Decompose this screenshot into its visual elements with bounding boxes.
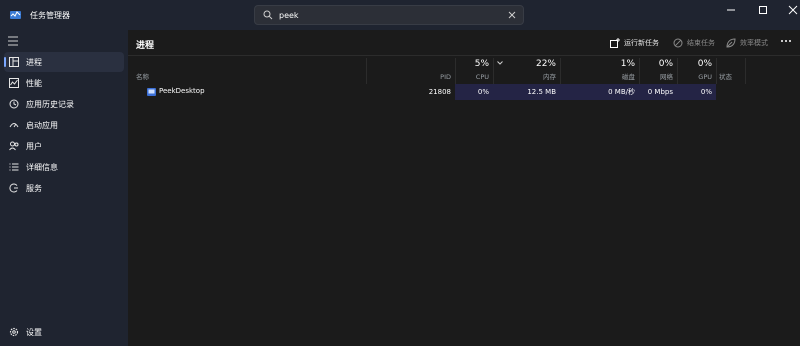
process-pid: 21808	[428, 88, 451, 96]
toolbar-divider	[128, 55, 800, 56]
run-new-task-label: 运行新任务	[624, 39, 659, 47]
process-network: 0 Mbps	[639, 84, 677, 100]
sidebar-item-performance[interactable]: 性能	[4, 73, 124, 93]
end-task-icon	[673, 38, 683, 48]
gear-icon	[9, 327, 19, 337]
services-icon	[9, 183, 18, 193]
close-window-button[interactable]	[776, 0, 800, 20]
sidebar-item-startup-apps[interactable]: 启动应用	[4, 115, 124, 135]
task-manager-app-icon	[10, 11, 21, 19]
table-row[interactable]: PeekDesktop 21808 0% 12.5 MB 0 MB/秒 0 Mb…	[128, 84, 800, 100]
column-header-pid[interactable]: PID	[366, 58, 455, 84]
app-title: 任务管理器	[30, 11, 70, 20]
column-header-gpu[interactable]: 0% GPU	[677, 58, 716, 84]
column-label: 网络	[660, 73, 673, 81]
column-label: 名称	[136, 73, 149, 81]
search-box[interactable]	[254, 5, 524, 25]
column-label: 内存	[543, 73, 556, 81]
main-panel: 进程 运行新任务 结束任务 效率模式 名称 PID 5% CPU 22% 内存 …	[128, 30, 800, 346]
peekdesktop-app-icon	[147, 88, 156, 96]
sort-chevron-icon	[497, 61, 503, 65]
sidebar: 进程 性能 应用历史记录 启动应用 用户 详细信息 服务 设置	[0, 30, 128, 346]
column-usage: 1%	[620, 59, 635, 69]
process-cpu: 0%	[455, 84, 493, 100]
run-new-task-button[interactable]: 运行新任务	[610, 36, 659, 50]
page-title: 进程	[136, 41, 155, 51]
column-label: 磁盘	[622, 73, 635, 81]
sidebar-item-settings[interactable]: 设置	[4, 322, 124, 342]
column-usage: 22%	[535, 59, 556, 69]
process-name: PeekDesktop	[159, 87, 205, 95]
minimize-icon	[727, 9, 735, 11]
column-header-disk[interactable]: 1% 磁盘	[560, 58, 639, 84]
process-gpu: 0%	[677, 84, 716, 100]
column-label: GPU	[698, 73, 712, 81]
column-header-status[interactable]: 状态	[716, 58, 746, 84]
startup-apps-icon	[9, 123, 19, 128]
efficiency-mode-button[interactable]: 效率模式	[726, 36, 768, 50]
process-disk: 0 MB/秒	[560, 84, 639, 100]
search-input[interactable]	[279, 8, 499, 22]
sidebar-item-details[interactable]: 详细信息	[4, 157, 124, 177]
process-status	[716, 84, 746, 100]
sidebar-item-label: 详细信息	[26, 163, 58, 172]
users-icon	[9, 141, 19, 151]
maximize-icon	[759, 6, 767, 14]
maximize-button[interactable]	[746, 0, 780, 20]
column-usage: 0%	[658, 59, 673, 69]
sidebar-item-label: 性能	[26, 79, 42, 88]
sidebar-item-app-history[interactable]: 应用历史记录	[4, 94, 124, 114]
column-usage: 0%	[697, 59, 712, 69]
run-new-task-icon	[610, 38, 620, 48]
column-usage: 5%	[474, 59, 489, 69]
minimize-button[interactable]	[714, 0, 748, 20]
sidebar-item-label: 设置	[26, 328, 42, 337]
sidebar-item-services[interactable]: 服务	[4, 178, 124, 198]
column-label: PID	[440, 73, 451, 81]
details-icon	[9, 163, 19, 171]
hamburger-menu-icon[interactable]	[8, 36, 20, 46]
column-header-name[interactable]: 名称	[128, 58, 366, 84]
end-task-label: 结束任务	[687, 39, 715, 47]
close-icon	[788, 5, 798, 15]
sidebar-item-label: 服务	[26, 184, 42, 193]
column-header-memory[interactable]: 22% 内存	[493, 58, 560, 84]
sidebar-item-label: 用户	[26, 142, 42, 151]
sidebar-item-users[interactable]: 用户	[4, 136, 124, 156]
efficiency-mode-label: 效率模式	[740, 39, 768, 47]
close-icon[interactable]	[507, 10, 517, 20]
search-icon	[263, 10, 273, 20]
efficiency-mode-icon	[726, 38, 736, 48]
sidebar-item-label: 进程	[26, 58, 42, 67]
processes-icon	[9, 57, 19, 67]
end-task-button[interactable]: 结束任务	[673, 36, 715, 50]
process-memory: 12.5 MB	[493, 84, 560, 100]
sidebar-item-processes[interactable]: 进程	[4, 52, 124, 72]
sidebar-item-label: 应用历史记录	[26, 100, 74, 109]
title-bar: 任务管理器	[0, 0, 800, 30]
app-history-icon	[9, 99, 19, 109]
more-options-icon[interactable]	[780, 38, 792, 44]
column-header-cpu[interactable]: 5% CPU	[455, 58, 493, 84]
performance-icon	[9, 78, 19, 88]
sidebar-item-label: 启动应用	[26, 121, 58, 130]
column-label: 状态	[719, 73, 732, 81]
column-header-network[interactable]: 0% 网络	[639, 58, 677, 84]
column-label: CPU	[475, 73, 489, 81]
